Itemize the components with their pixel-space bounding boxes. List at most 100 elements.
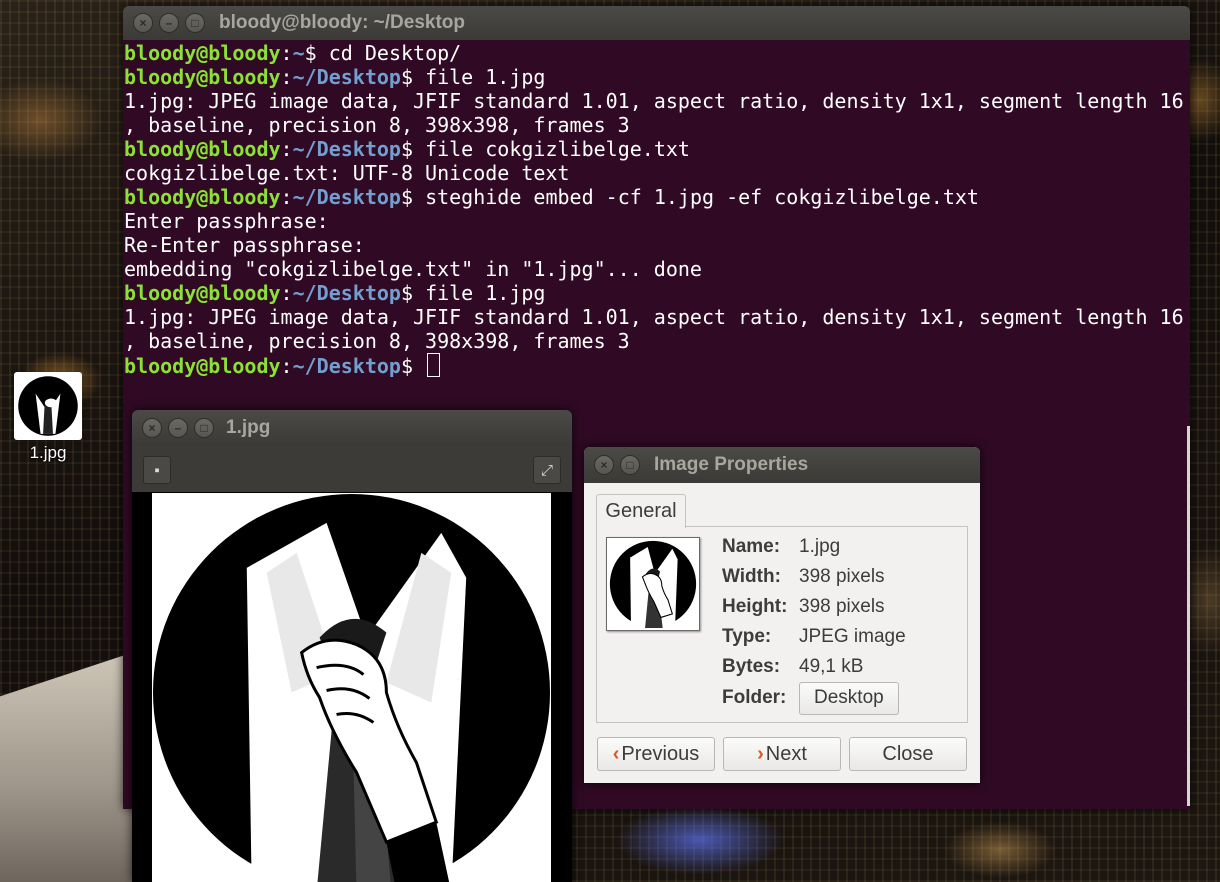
- prompt-user: bloody@bloody: [124, 354, 281, 378]
- displayed-image: [152, 493, 551, 882]
- viewer-toolbar: ▪ ⤢: [132, 446, 572, 492]
- tab-general[interactable]: General: [596, 494, 686, 528]
- folder-button[interactable]: Desktop: [799, 681, 899, 715]
- prop-value: JPEG image: [799, 626, 906, 647]
- close-label: Close: [882, 742, 934, 765]
- prompt-separator: :: [280, 137, 293, 161]
- prop-value: 49,1 kB: [799, 656, 864, 677]
- prompt-separator: :: [280, 354, 293, 378]
- prop-row: Height: 398 pixels: [722, 592, 885, 622]
- fullscreen-icon[interactable]: ⤢: [533, 456, 561, 484]
- prompt-separator: :: [280, 41, 293, 65]
- prop-row: Type: JPEG image: [722, 622, 906, 652]
- image-properties-dialog[interactable]: × □ Image Properties General Name: 1.jpg W…: [584, 447, 980, 783]
- close-icon[interactable]: ×: [594, 455, 614, 475]
- output-text: , baseline, precision 8, 398x398, frames…: [124, 329, 630, 353]
- prompt-user: bloody@bloody: [124, 65, 281, 89]
- viewer-titlebar[interactable]: × – □ 1.jpg: [132, 410, 572, 446]
- terminal-line: bloody@bloody:~/Desktop$ file 1.jpg: [124, 65, 1190, 89]
- previous-label: Previous: [621, 742, 700, 765]
- terminal-title: bloody@bloody: ~/Desktop: [219, 12, 466, 33]
- text-cursor: [427, 353, 441, 377]
- viewer-title: 1.jpg: [226, 417, 271, 438]
- image-thumbnail-icon: [14, 372, 82, 440]
- prop-value: 398 pixels: [799, 596, 885, 617]
- maximize-icon[interactable]: □: [194, 418, 214, 438]
- terminal-line: bloody@bloody:~/Desktop$: [124, 353, 1190, 378]
- command-text: cd Desktop/: [328, 41, 462, 65]
- prompt-separator: :: [280, 65, 293, 89]
- command-text: steghide embed -cf 1.jpg -ef cokgizlibel…: [425, 185, 979, 209]
- prop-key: Bytes:: [722, 656, 781, 677]
- terminal-line: bloody@bloody:~$ cd Desktop/: [124, 41, 1190, 65]
- prompt-symbol: $: [400, 65, 426, 89]
- close-icon[interactable]: ×: [142, 418, 162, 438]
- prompt-path: ~: [292, 41, 305, 65]
- image-preview-thumbnail: [606, 537, 700, 631]
- command-text: file 1.jpg: [425, 65, 546, 89]
- terminal-line: bloody@bloody:~/Desktop$ file 1.jpg: [124, 281, 1190, 305]
- previous-button[interactable]: ‹ Previous: [597, 737, 715, 771]
- terminal-line: Enter passphrase:: [124, 209, 1190, 233]
- output-text: , baseline, precision 8, 398x398, frames…: [124, 113, 630, 137]
- prop-key: Height:: [722, 596, 788, 617]
- sidebar-toggle-icon[interactable]: ▪: [143, 456, 171, 484]
- prompt-path: ~/Desktop: [292, 65, 401, 89]
- output-text: Re-Enter passphrase:: [124, 233, 365, 257]
- maximize-icon[interactable]: □: [620, 455, 640, 475]
- command-text: file 1.jpg: [425, 281, 546, 305]
- properties-title: Image Properties: [654, 454, 809, 475]
- minimize-icon[interactable]: –: [168, 418, 188, 438]
- prompt-symbol: $: [304, 41, 329, 65]
- desktop-file-icon-1jpg[interactable]: 1.jpg: [8, 372, 88, 463]
- maximize-icon[interactable]: □: [185, 13, 205, 33]
- command-text: file cokgizlibelge.txt: [425, 137, 690, 161]
- prompt-symbol: $: [400, 354, 426, 378]
- prompt-user: bloody@bloody: [124, 185, 281, 209]
- output-text: Enter passphrase:: [124, 209, 329, 233]
- prop-key: Type:: [722, 626, 772, 647]
- prompt-user: bloody@bloody: [124, 281, 281, 305]
- minimize-icon[interactable]: –: [159, 13, 179, 33]
- terminal-line: bloody@bloody:~/Desktop$ steghide embed …: [124, 185, 1190, 209]
- prompt-symbol: $: [400, 185, 426, 209]
- output-text: cokgizlibelge.txt: UTF-8 Unicode text: [124, 161, 570, 185]
- prompt-path: ~/Desktop: [292, 137, 401, 161]
- general-panel: Name: 1.jpg Width: 398 pixels Height: 398 pix…: [596, 526, 968, 723]
- terminal-titlebar[interactable]: × – □ bloody@bloody: ~/Desktop: [123, 6, 1190, 40]
- prop-row-folder: Folder: Desktop: [722, 681, 899, 715]
- desktop-icon-label: 1.jpg: [29, 443, 67, 462]
- prop-key: Name:: [722, 536, 781, 557]
- prompt-path: ~/Desktop: [292, 185, 401, 209]
- prop-value: 398 pixels: [799, 566, 885, 587]
- properties-titlebar[interactable]: × □ Image Properties: [584, 447, 980, 483]
- terminal-line: embedding "cokgizlibelge.txt" in "1.jpg"…: [124, 257, 1190, 281]
- prop-value: 1.jpg: [799, 536, 841, 557]
- prompt-separator: :: [280, 185, 293, 209]
- prompt-path: ~/Desktop: [292, 281, 401, 305]
- prompt-symbol: $: [400, 137, 426, 161]
- folder-key: Folder:: [722, 687, 787, 708]
- viewer-canvas: [132, 492, 572, 882]
- terminal-line: bloody@bloody:~/Desktop$ file cokgizlibe…: [124, 137, 1190, 161]
- prompt-user: bloody@bloody: [124, 137, 281, 161]
- close-icon[interactable]: ×: [133, 13, 153, 33]
- terminal-line: 1.jpg: JPEG image data, JFIF standard 1.…: [124, 305, 1190, 329]
- chevron-left-icon: ‹: [612, 742, 620, 765]
- prop-row: Width: 398 pixels: [722, 562, 885, 592]
- prompt-path: ~/Desktop: [292, 354, 401, 378]
- close-button[interactable]: Close: [849, 737, 967, 771]
- output-text: 1.jpg: JPEG image data, JFIF standard 1.…: [124, 89, 1184, 113]
- terminal-line: cokgizlibelge.txt: UTF-8 Unicode text: [124, 161, 1190, 185]
- prompt-user: bloody@bloody: [124, 41, 281, 65]
- terminal-line: , baseline, precision 8, 398x398, frames…: [124, 329, 1190, 353]
- next-button[interactable]: › Next: [723, 737, 841, 771]
- terminal-line: 1.jpg: JPEG image data, JFIF standard 1.…: [124, 89, 1190, 113]
- terminal-scrollbar[interactable]: [1187, 426, 1190, 806]
- next-label: Next: [765, 742, 807, 765]
- prop-key: Width:: [722, 566, 781, 587]
- image-viewer-window[interactable]: × – □ 1.jpg ▪ ⤢: [132, 410, 572, 882]
- output-text: 1.jpg: JPEG image data, JFIF standard 1.…: [124, 305, 1184, 329]
- prop-row: Name: 1.jpg: [722, 532, 840, 562]
- chevron-right-icon: ›: [757, 742, 764, 765]
